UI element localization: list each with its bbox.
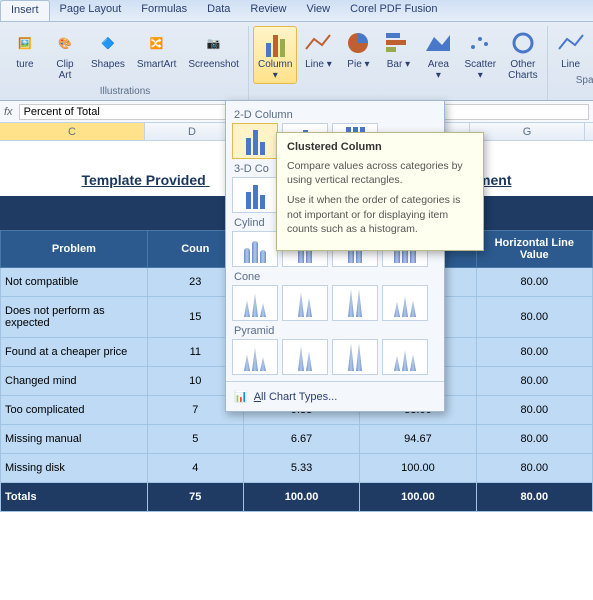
- tab-formulas[interactable]: Formulas: [131, 0, 197, 21]
- pie-chart-icon: [344, 29, 372, 57]
- group-label-sparklines: Sparklin: [576, 75, 593, 86]
- area-chart-button[interactable]: Area ▾: [419, 26, 457, 84]
- scatter-chart-icon: [466, 29, 494, 57]
- tab-insert[interactable]: Insert: [0, 0, 50, 21]
- dd-all-chart-types[interactable]: 📊 All Chart Types...: [232, 386, 438, 407]
- clipart-icon: 🎨: [51, 29, 79, 57]
- other-charts-button[interactable]: Other Charts: [503, 26, 542, 84]
- dd-section-2d: 2-D Column: [234, 109, 438, 121]
- all-charts-icon: 📊: [234, 390, 248, 403]
- tooltip-clustered-column: Clustered Column Compare values across c…: [276, 132, 484, 251]
- totals-row[interactable]: Totals75100.00100.0080.00: [1, 483, 593, 512]
- other-charts-icon: [509, 29, 537, 57]
- smartart-button[interactable]: 🔀 SmartArt: [132, 26, 181, 84]
- shapes-icon: 🔷: [94, 29, 122, 57]
- line-chart-button[interactable]: Line ▾: [299, 26, 337, 84]
- dd-cone-3[interactable]: [332, 285, 378, 321]
- fx-icon[interactable]: fx: [4, 106, 13, 118]
- group-charts: Column ▾ Line ▾ Pie ▾ Bar ▾ Area ▾: [249, 26, 548, 100]
- dd-3d-clustered[interactable]: [232, 177, 278, 213]
- smartart-icon: 🔀: [143, 29, 171, 57]
- column-chart-icon: [261, 29, 289, 57]
- sparkline-line-icon: [557, 29, 585, 57]
- screenshot-icon: 📷: [200, 29, 228, 57]
- dd-pyr-1[interactable]: [232, 339, 278, 375]
- screenshot-button[interactable]: 📷 Screenshot: [183, 26, 244, 84]
- table-row[interactable]: Missing manual56.6794.6780.00: [1, 425, 593, 454]
- tab-review[interactable]: Review: [240, 0, 296, 21]
- dd-cone-1[interactable]: [232, 285, 278, 321]
- sparkline-line-button[interactable]: Line: [552, 26, 590, 73]
- ribbon-tabs: Insert Page Layout Formulas Data Review …: [0, 0, 593, 22]
- tooltip-title: Clustered Column: [287, 141, 473, 153]
- col-header-g[interactable]: G: [470, 123, 585, 140]
- dd-pyr-4[interactable]: [382, 339, 428, 375]
- bar-chart-button[interactable]: Bar ▾: [379, 26, 417, 84]
- bar-chart-icon: [384, 29, 412, 57]
- dd-cyl-1[interactable]: [232, 231, 278, 267]
- th-hlv[interactable]: Horizontal Line Value: [476, 231, 592, 268]
- dd-section-pyramid: Pyramid: [234, 325, 438, 337]
- dd-clustered-column[interactable]: [232, 123, 278, 159]
- dd-cone-2[interactable]: [282, 285, 328, 321]
- scatter-chart-button[interactable]: Scatter ▾: [459, 26, 501, 84]
- clipart-button[interactable]: 🎨 Clip Art: [46, 26, 84, 84]
- dd-cone-4[interactable]: [382, 285, 428, 321]
- dd-section-cone: Cone: [234, 271, 438, 283]
- dd-pyr-2[interactable]: [282, 339, 328, 375]
- tooltip-p1: Compare values across categories by usin…: [287, 159, 473, 187]
- tab-page-layout[interactable]: Page Layout: [50, 0, 132, 21]
- pie-chart-button[interactable]: Pie ▾: [339, 26, 377, 84]
- dd-pyr-3[interactable]: [332, 339, 378, 375]
- picture-icon: 🖼️: [11, 29, 39, 57]
- ribbon: Insert Page Layout Formulas Data Review …: [0, 0, 593, 101]
- tab-data[interactable]: Data: [197, 0, 240, 21]
- line-chart-icon: [304, 29, 332, 57]
- tab-corel-pdf[interactable]: Corel PDF Fusion: [340, 0, 447, 21]
- group-sparklines: Line Column Sparklin: [548, 26, 593, 100]
- tooltip-p2: Use it when the order of categories is n…: [287, 193, 473, 236]
- group-illustrations: 🖼️ ture 🎨 Clip Art 🔷 Shapes 🔀 SmartArt 📷: [2, 26, 249, 100]
- column-chart-button[interactable]: Column ▾: [253, 26, 297, 84]
- table-row[interactable]: Missing disk45.33100.0080.00: [1, 454, 593, 483]
- tab-view[interactable]: View: [296, 0, 340, 21]
- ribbon-body: 🖼️ ture 🎨 Clip Art 🔷 Shapes 🔀 SmartArt 📷: [0, 22, 593, 100]
- th-problem[interactable]: Problem: [1, 231, 148, 268]
- shapes-button[interactable]: 🔷 Shapes: [86, 26, 130, 84]
- group-label-illustrations: Illustrations: [100, 86, 151, 97]
- area-chart-icon: [424, 29, 452, 57]
- col-header-c[interactable]: C: [0, 123, 145, 140]
- picture-button[interactable]: 🖼️ ture: [6, 26, 44, 84]
